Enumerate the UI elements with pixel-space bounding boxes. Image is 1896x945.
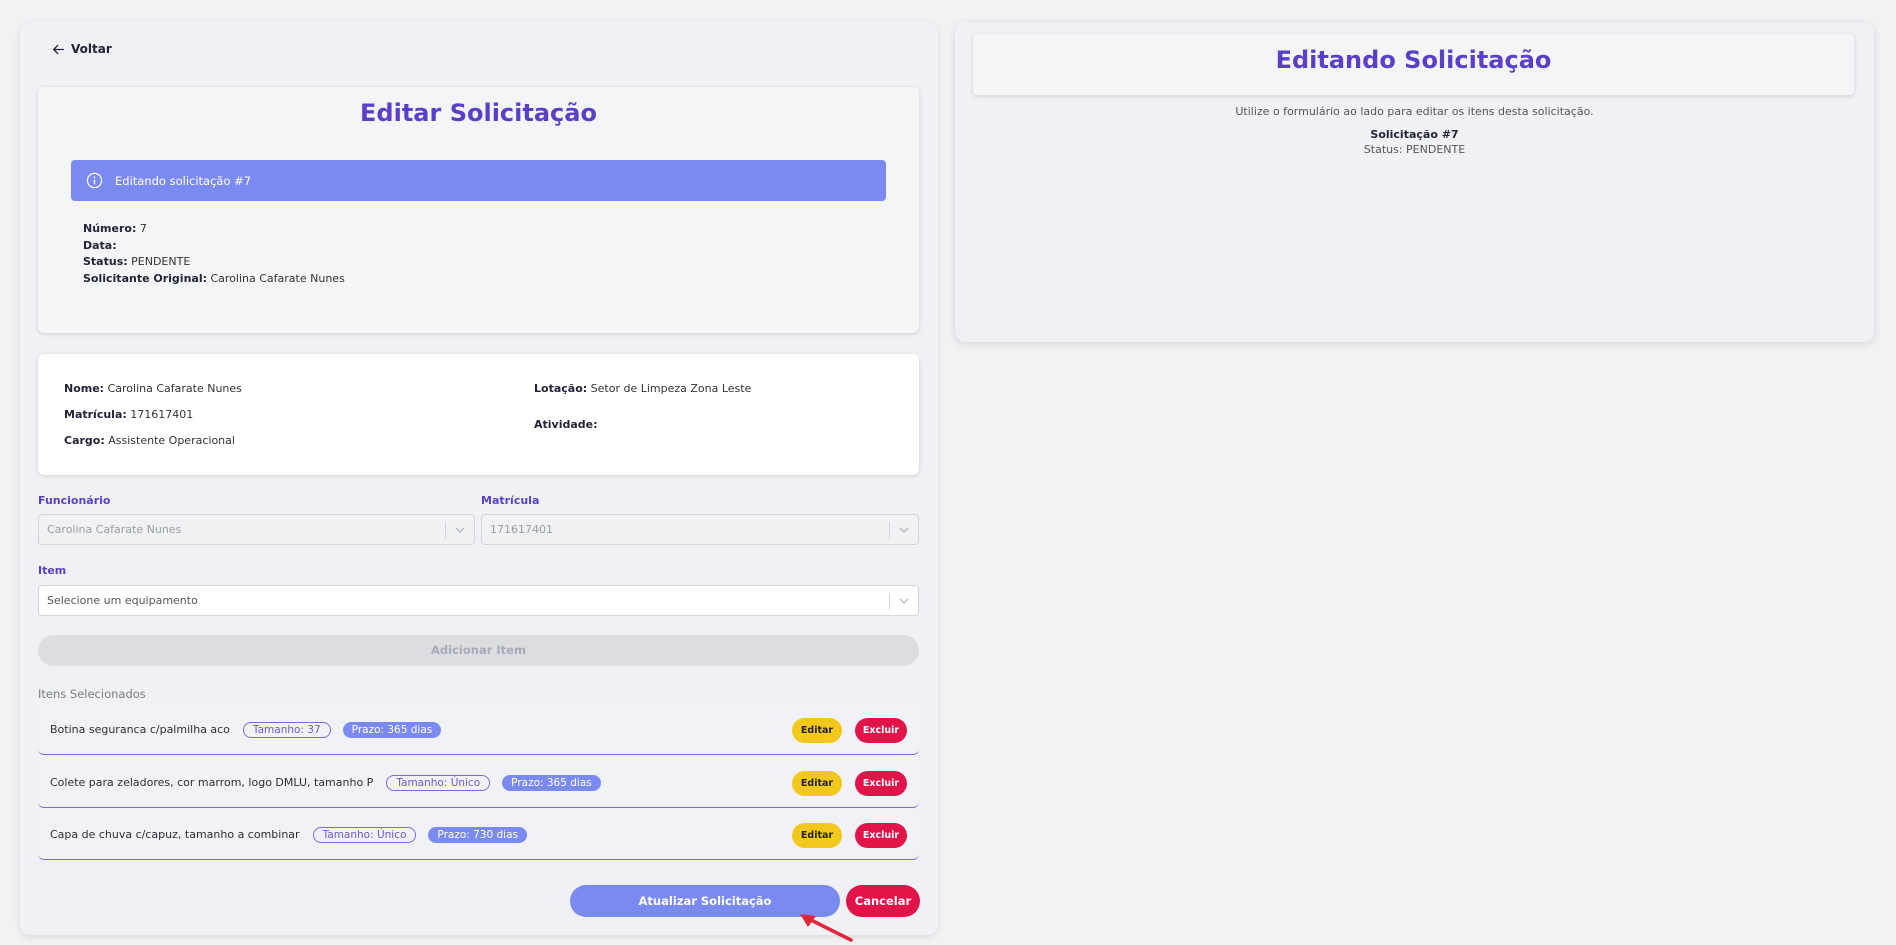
info-lotacao: Lotação: Setor de Limpeza Zona Leste — [534, 382, 752, 395]
chevron-down-icon — [455, 527, 465, 533]
edit-form-panel: Voltar Editar Solicitação Editando solic… — [20, 22, 938, 942]
funcionario-select[interactable]: Carolina Cafarate Nunes — [38, 514, 475, 545]
edit-item-button[interactable]: Editar — [792, 771, 842, 796]
funcionario-value: Carolina Cafarate Nunes — [47, 523, 182, 536]
summary-panel: Editando Solicitação Utilize o formulári… — [955, 22, 1874, 342]
deadline-badge: Prazo: 365 dias — [342, 721, 442, 738]
matricula-label: Matrícula — [481, 494, 540, 507]
chevron-down-icon — [899, 527, 909, 533]
summary-status: Status: PENDENTE — [1363, 143, 1466, 156]
summary-request: Solicitação #7 — [1370, 128, 1459, 141]
info-nome: Nome: Carolina Cafarate Nunes — [64, 382, 242, 395]
back-label: Voltar — [71, 42, 112, 56]
matricula-select[interactable]: 171617401 — [481, 514, 919, 545]
item-name: Botina seguranca c/palmilha aco — [50, 723, 230, 736]
funcionario-label: Funcionário — [38, 494, 111, 507]
back-link[interactable]: Voltar — [52, 42, 112, 56]
info-matricula: Matrícula: 171617401 — [64, 408, 194, 421]
detail-data: Data: — [83, 238, 117, 252]
size-badge: Tamanho: 37 — [242, 721, 331, 738]
summary-title: Editando Solicitação — [1275, 46, 1552, 74]
employee-info-card: Nome: Carolina Cafarate Nunes Matrícula:… — [38, 354, 919, 475]
detail-numero: Número: 7 — [83, 222, 147, 235]
list-item: Botina seguranca c/palmilha aco Tamanho:… — [38, 705, 919, 755]
item-name: Capa de chuva c/capuz, tamanho a combina… — [50, 828, 300, 841]
item-name: Colete para zeladores, cor marrom, logo … — [50, 776, 374, 789]
item-placeholder: Selecione um equipamento — [47, 594, 198, 607]
list-item: Capa de chuva c/capuz, tamanho a combina… — [38, 810, 919, 860]
delete-item-button[interactable]: Excluir — [855, 823, 907, 848]
detail-solicitante: Solicitante Original: Carolina Cafarate … — [83, 271, 345, 285]
alert-text: Editando solicitação #7 — [115, 173, 252, 188]
info-atividade: Atividade: — [534, 418, 598, 431]
annotation-arrow-icon — [800, 914, 853, 942]
info-alert: Editando solicitação #7 — [71, 160, 886, 201]
info-icon — [86, 172, 103, 189]
edit-item-button[interactable]: Editar — [792, 823, 842, 848]
size-badge: Tamanho: Único — [386, 774, 491, 791]
item-select[interactable]: Selecione um equipamento — [38, 585, 919, 616]
selected-items-label: Itens Selecionados — [38, 687, 146, 701]
summary-description: Utilize o formulário ao lado para editar… — [1235, 105, 1594, 118]
delete-item-button[interactable]: Excluir — [855, 718, 907, 743]
page-title: Editar Solicitação — [360, 99, 597, 127]
add-item-button[interactable]: Adicionar Item — [38, 635, 919, 666]
request-header-card: Editar Solicitação Editando solicitação … — [38, 87, 919, 333]
delete-item-button[interactable]: Excluir — [855, 771, 907, 796]
arrow-left-icon — [52, 44, 65, 54]
summary-header-card: Editando Solicitação — [973, 34, 1854, 95]
matricula-value: 171617401 — [490, 523, 553, 536]
request-details: Número: 7 Data: Status: PENDENTE Solicit… — [83, 221, 345, 287]
item-label: Item — [38, 564, 67, 577]
detail-status: Status: PENDENTE — [83, 255, 191, 268]
size-badge: Tamanho: Único — [312, 826, 417, 843]
cancel-button[interactable]: Cancelar — [846, 885, 920, 917]
list-item: Colete para zeladores, cor marrom, logo … — [38, 758, 919, 808]
deadline-badge: Prazo: 365 dias — [502, 774, 601, 791]
edit-item-button[interactable]: Editar — [792, 718, 842, 743]
chevron-down-icon — [899, 598, 909, 604]
info-cargo: Cargo: Assistente Operacional — [64, 434, 235, 447]
deadline-badge: Prazo: 730 dias — [428, 826, 527, 843]
